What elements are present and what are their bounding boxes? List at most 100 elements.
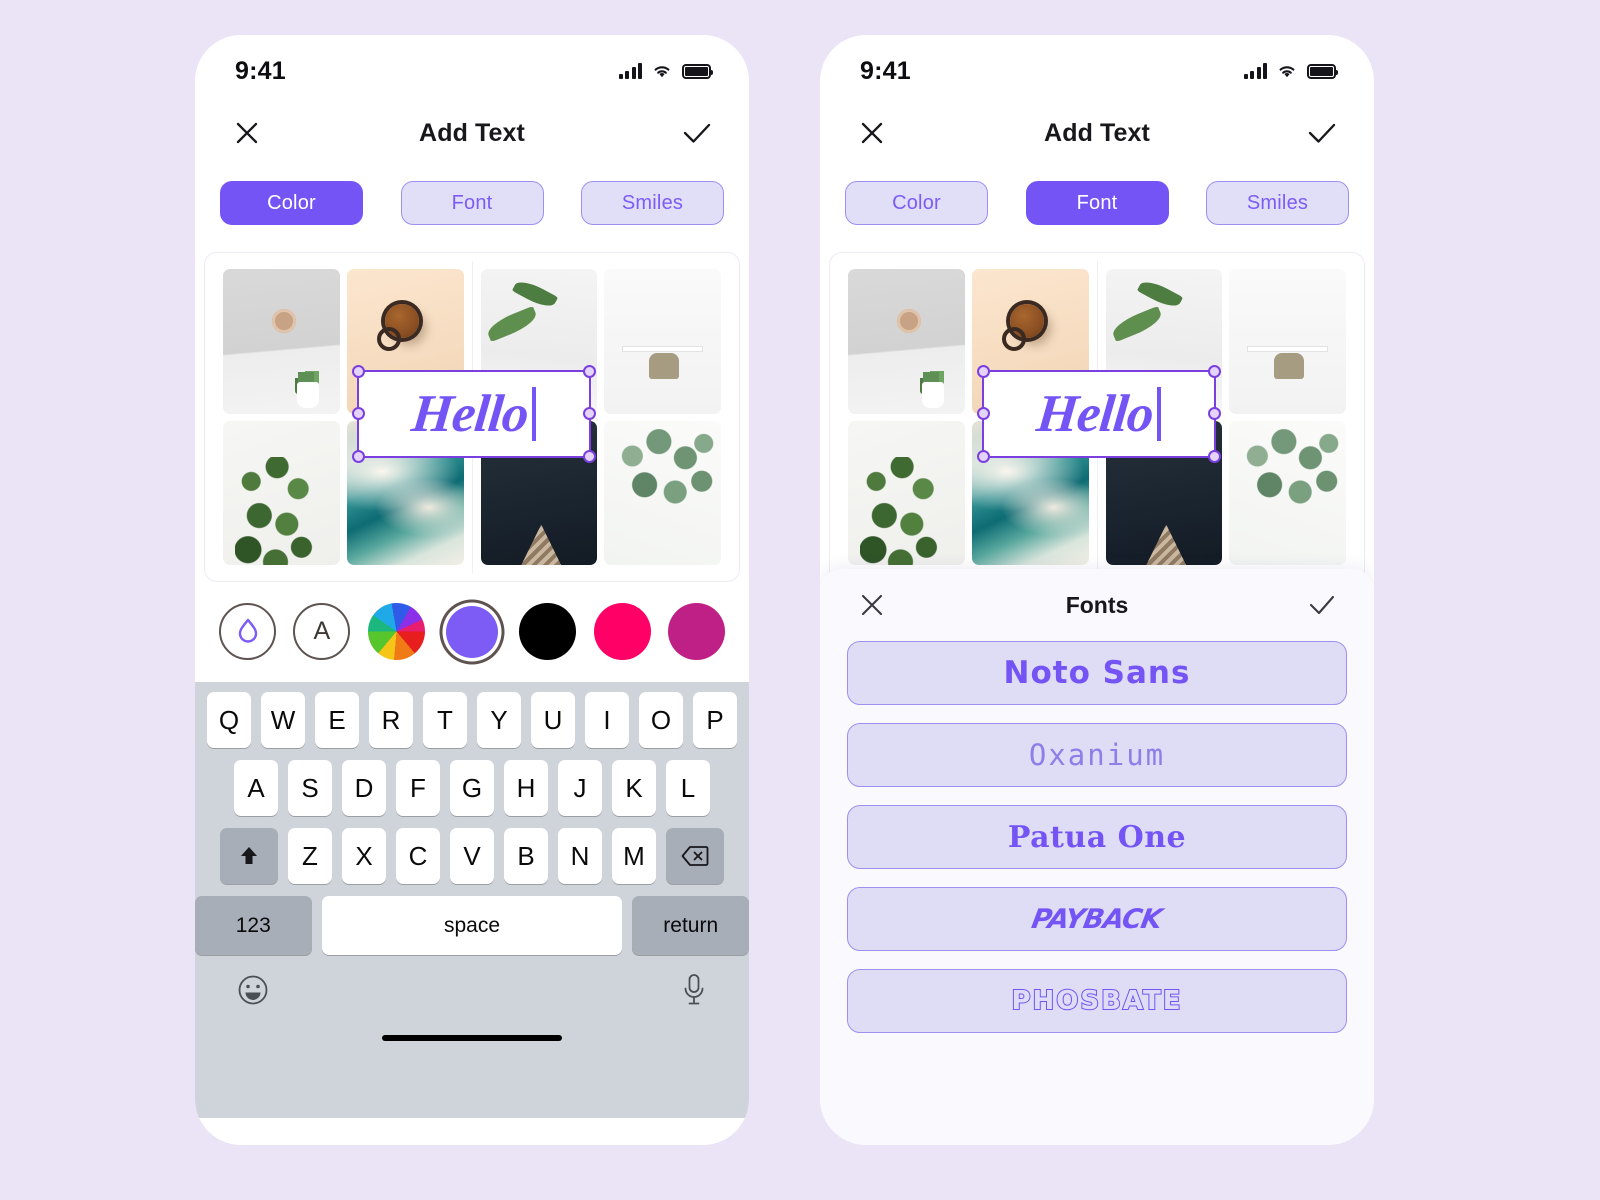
photo-cell-pale-eucalyptus[interactable] bbox=[604, 420, 721, 565]
checkmark-icon[interactable] bbox=[679, 115, 715, 151]
tab-smiles[interactable]: Smiles bbox=[581, 181, 724, 225]
key-z[interactable]: Z bbox=[288, 828, 332, 884]
key-e[interactable]: E bbox=[315, 692, 359, 748]
text-element-value: Hello bbox=[409, 384, 531, 443]
key-v[interactable]: V bbox=[450, 828, 494, 884]
page-title: Add Text bbox=[1044, 118, 1150, 147]
key-return[interactable]: return bbox=[632, 896, 749, 955]
checkmark-icon[interactable] bbox=[1304, 115, 1340, 151]
backspace-icon[interactable] bbox=[666, 828, 724, 884]
screenshot-stage: 9:41 Add Text Color Font Smiles Hello A … bbox=[0, 0, 1600, 1200]
key-l[interactable]: L bbox=[666, 760, 710, 816]
key-s[interactable]: S bbox=[288, 760, 332, 816]
font-option-label: PAYBACK bbox=[1029, 903, 1165, 935]
color-swatch-pink[interactable] bbox=[593, 603, 651, 660]
text-element-box[interactable]: Hello bbox=[977, 365, 1221, 463]
key-j[interactable]: J bbox=[558, 760, 602, 816]
key-y[interactable]: Y bbox=[477, 692, 521, 748]
color-swatch-black[interactable] bbox=[519, 603, 577, 660]
tab-color[interactable]: Color bbox=[845, 181, 988, 225]
resize-handle-bottom-left[interactable] bbox=[977, 450, 990, 463]
key-t[interactable]: T bbox=[423, 692, 467, 748]
key-r[interactable]: R bbox=[369, 692, 413, 748]
color-wheel-swatch[interactable] bbox=[367, 603, 425, 660]
key-i[interactable]: I bbox=[585, 692, 629, 748]
shift-arrow-icon[interactable] bbox=[220, 828, 278, 884]
page-title: Add Text bbox=[419, 118, 525, 147]
resize-handle-top-left[interactable] bbox=[352, 365, 365, 378]
opacity-droplet-icon[interactable] bbox=[219, 603, 276, 660]
font-option-noto-sans[interactable]: Noto Sans bbox=[847, 641, 1347, 705]
photo-cell-desk-chair[interactable] bbox=[604, 269, 721, 414]
photo-cell-eucalyptus-dark[interactable] bbox=[848, 420, 965, 565]
canvas-wrapper: Hello bbox=[820, 225, 1374, 582]
keyboard-row-4: 123 space return bbox=[195, 896, 749, 955]
photo-cell-eucalyptus-dark[interactable] bbox=[223, 420, 340, 565]
key-n[interactable]: N bbox=[558, 828, 602, 884]
tab-color[interactable]: Color bbox=[220, 181, 363, 225]
keyboard-footer bbox=[195, 955, 749, 1007]
font-option-phosbate[interactable]: PHOSBATE bbox=[847, 969, 1347, 1033]
key-b[interactable]: B bbox=[504, 828, 548, 884]
key-k[interactable]: K bbox=[612, 760, 656, 816]
resize-handle-bottom-left[interactable] bbox=[352, 450, 365, 463]
font-option-patua-one[interactable]: Patua One bbox=[847, 805, 1347, 869]
resize-handle-middle-right[interactable] bbox=[1208, 407, 1221, 420]
tab-font[interactable]: Font bbox=[1025, 181, 1169, 225]
photo-cell-wall-clock[interactable] bbox=[223, 269, 340, 414]
resize-handle-top-left[interactable] bbox=[977, 365, 990, 378]
key-m[interactable]: M bbox=[612, 828, 656, 884]
key-numbers[interactable]: 123 bbox=[195, 896, 312, 955]
close-x-icon[interactable] bbox=[854, 115, 890, 151]
resize-handle-middle-left[interactable] bbox=[977, 407, 990, 420]
microphone-icon[interactable] bbox=[681, 973, 707, 1007]
key-p[interactable]: P bbox=[693, 692, 737, 748]
resize-handle-bottom-right[interactable] bbox=[583, 450, 596, 463]
status-bar-icons bbox=[618, 63, 713, 79]
phone-mockup-left: 9:41 Add Text Color Font Smiles Hello A … bbox=[195, 35, 749, 1145]
key-g[interactable]: G bbox=[450, 760, 494, 816]
color-swatch-purple[interactable] bbox=[445, 605, 498, 658]
text-element-box[interactable]: Hello bbox=[352, 365, 596, 463]
photo-cell-pale-eucalyptus[interactable] bbox=[1229, 420, 1346, 565]
font-option-payback[interactable]: PAYBACK bbox=[847, 887, 1347, 951]
key-a[interactable]: A bbox=[234, 760, 278, 816]
emoji-smiley-icon[interactable] bbox=[237, 974, 269, 1006]
checkmark-icon[interactable] bbox=[1304, 587, 1340, 623]
key-u[interactable]: U bbox=[531, 692, 575, 748]
fonts-sheet-title: Fonts bbox=[1065, 591, 1129, 618]
key-h[interactable]: H bbox=[504, 760, 548, 816]
key-w[interactable]: W bbox=[261, 692, 305, 748]
photo-cell-wall-clock[interactable] bbox=[848, 269, 965, 414]
tab-smiles[interactable]: Smiles bbox=[1206, 181, 1349, 225]
font-option-label: PHOSBATE bbox=[1010, 985, 1183, 1017]
key-c[interactable]: C bbox=[396, 828, 440, 884]
photo-cell-desk-chair[interactable] bbox=[1229, 269, 1346, 414]
resize-handle-middle-right[interactable] bbox=[583, 407, 596, 420]
text-style-a-icon[interactable]: A bbox=[293, 603, 351, 660]
resize-handle-top-right[interactable] bbox=[583, 365, 596, 378]
collage-canvas[interactable]: Hello bbox=[829, 252, 1365, 582]
text-caret bbox=[1156, 387, 1161, 441]
key-o[interactable]: O bbox=[639, 692, 683, 748]
color-swatch-magenta[interactable] bbox=[667, 603, 725, 660]
resize-handle-middle-left[interactable] bbox=[352, 407, 365, 420]
key-q[interactable]: Q bbox=[207, 692, 251, 748]
fonts-bottom-sheet: Fonts Noto Sans Oxanium Patua One PAYBAC… bbox=[820, 569, 1374, 1145]
font-option-label: Patua One bbox=[1007, 819, 1187, 855]
resize-handle-top-right[interactable] bbox=[1208, 365, 1221, 378]
collage-canvas[interactable]: Hello bbox=[204, 252, 740, 582]
key-x[interactable]: X bbox=[342, 828, 386, 884]
font-option-oxanium[interactable]: Oxanium bbox=[847, 723, 1347, 787]
key-f[interactable]: F bbox=[396, 760, 440, 816]
font-option-label: Noto Sans bbox=[1003, 655, 1191, 691]
on-screen-keyboard: Q W E R T Y U I O P A S D F G H J K L Z … bbox=[195, 682, 749, 1118]
status-bar-time: 9:41 bbox=[235, 56, 286, 85]
resize-handle-bottom-right[interactable] bbox=[1208, 450, 1221, 463]
close-x-icon[interactable] bbox=[854, 587, 890, 623]
tab-font[interactable]: Font bbox=[400, 181, 544, 225]
key-space[interactable]: space bbox=[321, 896, 623, 955]
text-style-a-label: A bbox=[313, 617, 331, 645]
key-d[interactable]: D bbox=[342, 760, 386, 816]
close-x-icon[interactable] bbox=[229, 115, 265, 151]
